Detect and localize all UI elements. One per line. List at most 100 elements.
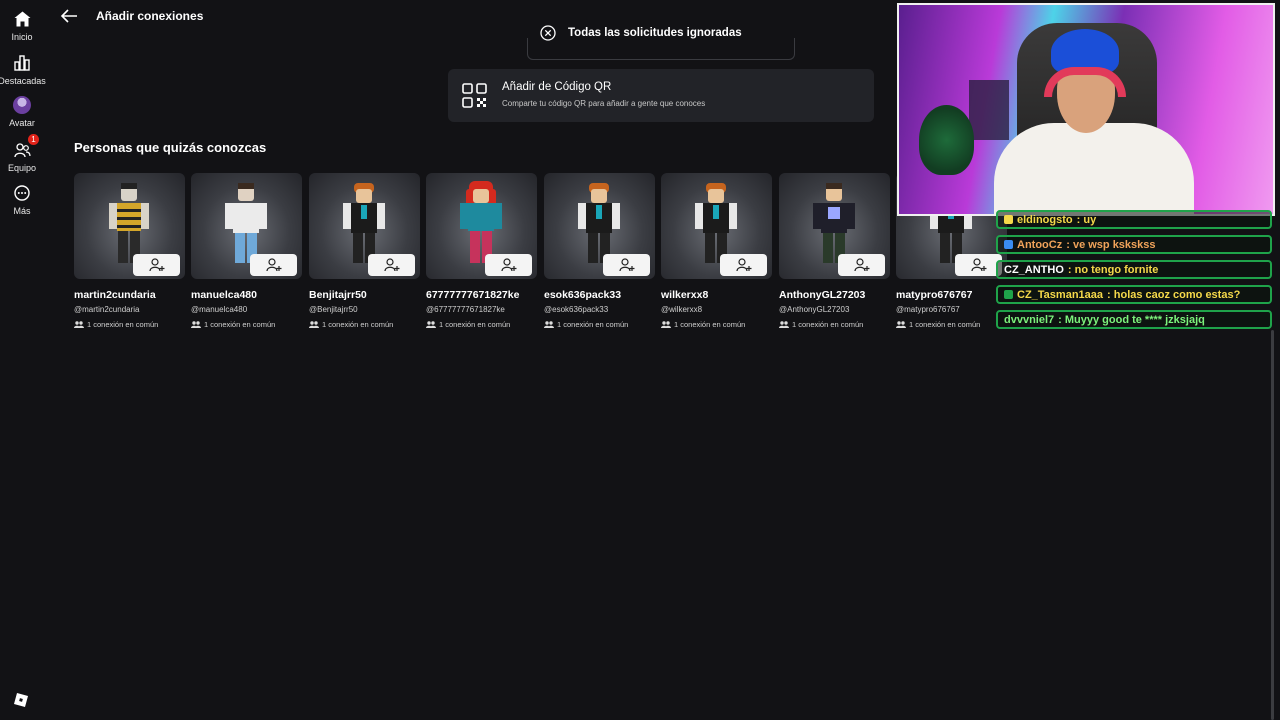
chat-badge-icon [1004, 215, 1013, 224]
add-friend-button[interactable] [485, 254, 532, 276]
page-title: Añadir conexiones [96, 9, 204, 23]
section-title: Personas que quizás conozcas [74, 140, 267, 155]
add-user-icon [148, 258, 164, 272]
person-name[interactable]: matypro676767 [896, 289, 1007, 301]
toast-text: Todas las solicitudes ignoradas [568, 27, 742, 39]
add-friend-button[interactable] [838, 254, 885, 276]
person-card[interactable]: 67777777671827ke @67777777671827ke 1 con… [426, 173, 537, 329]
chat-message: CZ_Tasman1aaa: holas caoz como estas? [996, 285, 1272, 304]
add-user-icon [500, 258, 516, 272]
toast-notification: Todas las solicitudes ignoradas [540, 25, 742, 41]
sidebar-item-label: Inicio [11, 32, 33, 42]
sidebar-item-label: Avatar [9, 118, 35, 128]
person-name[interactable]: Benjitajrr50 [309, 289, 420, 301]
people-icon [426, 321, 436, 328]
sidebar: Inicio Destacadas Avatar 1 Equipo Más [0, 0, 46, 720]
person-card[interactable]: AnthonyGL27203 @AnthonyGL27203 1 conexió… [779, 173, 890, 329]
sidebar-item-label: Equipo [7, 163, 37, 173]
person-handle: @matypro676767 [896, 305, 960, 314]
mutual-connections: 1 conexión en común [426, 320, 537, 329]
sidebar-item-mas[interactable]: Más [0, 184, 44, 216]
chat-message: CZ_ANTHO: no tengo fornite [996, 260, 1272, 279]
person-card[interactable]: Benjitajrr50 @Benjitajrr50 1 conexión en… [309, 173, 420, 329]
home-icon [13, 10, 31, 28]
qr-subtitle: Comparte tu código QR para añadir a gent… [502, 99, 706, 108]
person-handle: @manuelca480 [191, 305, 248, 314]
add-friend-button[interactable] [955, 254, 1002, 276]
avatar-icon [13, 96, 31, 114]
sidebar-item-destacadas[interactable]: Destacadas [0, 54, 46, 86]
team-icon: 1 [13, 134, 39, 159]
mutual-connections: 1 conexión en común [544, 320, 655, 329]
chat-message: AntooCz: ve wsp kskskss [996, 235, 1272, 254]
chat-badge-icon [1004, 290, 1013, 299]
people-icon [779, 321, 789, 328]
webcam-overlay [897, 3, 1275, 216]
people-icon [191, 321, 201, 328]
mutual-connections: 1 conexión en común [74, 320, 185, 329]
avatar-thumbnail[interactable] [661, 173, 772, 279]
add-friend-button[interactable] [603, 254, 650, 276]
charts-icon [13, 54, 31, 72]
person-handle: @martin2cundaria [74, 305, 140, 314]
avatar-thumbnail[interactable] [191, 173, 302, 279]
notification-badge: 1 [28, 134, 39, 145]
webcam-shelf [969, 80, 1009, 140]
webcam-person-body [994, 123, 1194, 214]
qr-code-button[interactable]: Añadir de Código QR Comparte tu código Q… [448, 69, 874, 122]
person-card[interactable]: manuelca480 @manuelca480 1 conexión en c… [191, 173, 302, 329]
avatar-thumbnail[interactable] [309, 173, 420, 279]
people-icon [896, 321, 906, 328]
person-card[interactable]: martin2cundaria @martin2cundaria 1 conex… [74, 173, 185, 329]
sidebar-item-inicio[interactable]: Inicio [0, 10, 44, 42]
person-name[interactable]: manuelca480 [191, 289, 302, 301]
sidebar-item-avatar[interactable]: Avatar [0, 96, 44, 128]
qr-title: Añadir de Código QR [502, 81, 612, 93]
people-icon [544, 321, 554, 328]
roblox-logo-icon[interactable] [14, 693, 28, 707]
mutual-connections: 1 conexión en común [896, 320, 1007, 329]
person-name[interactable]: wilkerxx8 [661, 289, 772, 301]
close-circle-icon[interactable] [540, 25, 556, 41]
back-arrow-icon[interactable] [60, 8, 78, 24]
avatar-thumbnail[interactable] [544, 173, 655, 279]
mutual-connections: 1 conexión en común [309, 320, 420, 329]
add-friend-button[interactable] [133, 254, 180, 276]
avatar-thumbnail[interactable] [779, 173, 890, 279]
person-handle: @wilkerxx8 [661, 305, 703, 314]
person-handle: @AnthonyGL27203 [779, 305, 850, 314]
mutual-connections: 1 conexión en común [191, 320, 302, 329]
add-user-icon [970, 258, 986, 272]
add-friend-button[interactable] [250, 254, 297, 276]
person-handle: @Benjitajrr50 [309, 305, 358, 314]
avatar-thumbnail[interactable] [426, 173, 537, 279]
webcam-plant [919, 105, 974, 175]
person-card[interactable]: esok636pack33 @esok636pack33 1 conexión … [544, 173, 655, 329]
chat-badge-icon [1004, 240, 1013, 249]
qr-code-icon [462, 83, 488, 109]
add-user-icon [265, 258, 281, 272]
person-name[interactable]: AnthonyGL27203 [779, 289, 890, 301]
people-icon [661, 321, 671, 328]
more-icon [13, 184, 31, 202]
person-card[interactable]: wilkerxx8 @wilkerxx8 1 conexión en común [661, 173, 772, 329]
mutual-connections: 1 conexión en común [661, 320, 772, 329]
person-name[interactable]: esok636pack33 [544, 289, 655, 301]
search-input[interactable] [527, 38, 795, 60]
person-name[interactable]: martin2cundaria [74, 289, 185, 301]
people-icon [74, 321, 84, 328]
person-name[interactable]: 67777777671827ke [426, 289, 537, 301]
sidebar-item-label: Destacadas [0, 76, 46, 86]
add-user-icon [618, 258, 634, 272]
sidebar-item-label: Más [13, 206, 31, 216]
add-friend-button[interactable] [720, 254, 767, 276]
add-user-icon [383, 258, 399, 272]
people-icon [309, 321, 319, 328]
page-scrollbar[interactable] [1271, 330, 1274, 720]
sidebar-item-equipo[interactable]: 1 Equipo [0, 134, 44, 173]
add-friend-button[interactable] [368, 254, 415, 276]
mutual-connections: 1 conexión en común [779, 320, 890, 329]
chat-message: eldinogsto: uy [996, 210, 1272, 229]
person-handle: @67777777671827ke [426, 305, 505, 314]
avatar-thumbnail[interactable] [74, 173, 185, 279]
